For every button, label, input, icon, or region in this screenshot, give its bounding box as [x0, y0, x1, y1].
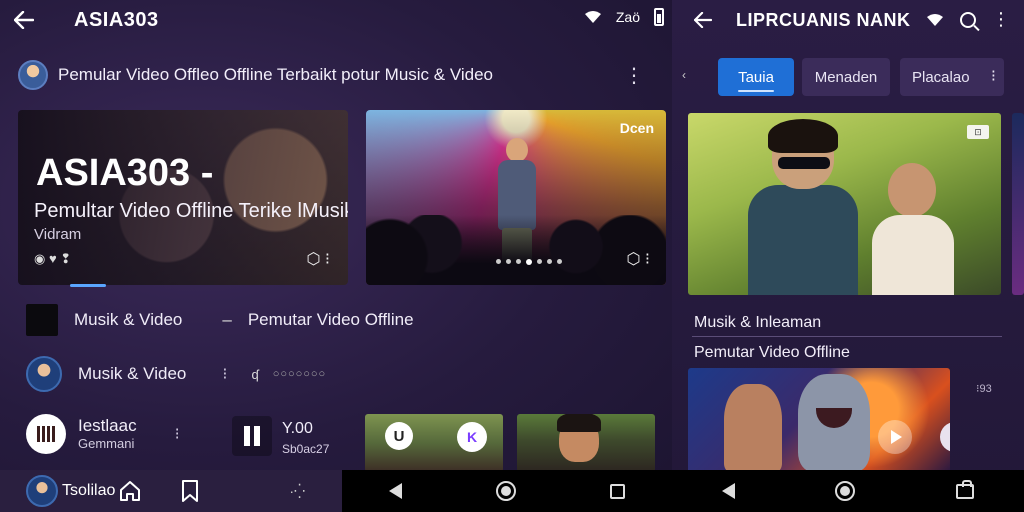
divider	[692, 336, 1002, 337]
hero-progress-indicator	[70, 284, 106, 287]
kebab-menu-icon[interactable]: ⁝	[991, 66, 996, 86]
concert-badge: Dcen	[619, 120, 654, 136]
kebab-menu-icon[interactable]: ⁝	[222, 364, 227, 384]
bottom-extra-icon[interactable]: ·⁛	[289, 483, 305, 500]
app-logo-icon: K	[457, 422, 487, 452]
system-home-icon[interactable]	[835, 481, 856, 501]
featured-video-card[interactable]: ⊡	[688, 113, 1001, 295]
page-title: LIPRCUANIS NANK	[736, 9, 911, 30]
concert-more-icon[interactable]: ⬡ ⁝	[627, 249, 651, 269]
left-screen: ASIA303 Zaö Pemular Video Offleo Offline…	[0, 0, 672, 512]
hero-title: ASIA303 -	[36, 152, 214, 194]
tab-label: Menaden	[814, 68, 878, 86]
user-text: Iestlaac Gemmani	[78, 416, 137, 452]
status-icons: Zaö	[584, 8, 664, 26]
person-figure	[716, 378, 790, 472]
left-status-bar: ASIA303 Zaö	[0, 0, 672, 40]
track-subtitle: Sb0ac27	[282, 442, 330, 456]
profile-avatar[interactable]	[26, 475, 58, 507]
kebab-menu-icon[interactable]: ⁝	[175, 424, 180, 444]
right-top-bar: LIPRCUANIS NANK ⋮	[672, 0, 1024, 40]
small-icon[interactable]: ʠ	[251, 367, 258, 382]
channel-title: Pemular Video Offleo Offline Terbaikt po…	[58, 65, 494, 84]
concert-video-card[interactable]: Dcen ⬡ ⁝	[366, 110, 666, 285]
section-label: Pemutar Video Offline	[694, 344, 850, 361]
wifi-icon	[926, 13, 944, 27]
system-back-icon[interactable]	[722, 483, 736, 499]
tab-label: Tauia	[738, 68, 774, 86]
section-label: Musik & Inleaman	[694, 314, 822, 331]
back-arrow-icon[interactable]	[694, 12, 712, 28]
mini-video-card[interactable]: U K	[365, 414, 503, 472]
bookmark-icon[interactable]	[181, 480, 199, 502]
kebab-menu-icon[interactable]: ⋮	[992, 9, 1010, 30]
user-subtitle: Gemmani	[78, 436, 135, 452]
bottom-navigation: Tsolilao ·⁛	[0, 470, 342, 512]
list-item[interactable]: Musik & Video ⁝ ʠ ○○○○○○○	[26, 356, 326, 392]
list-item-label-secondary: Pemutar Video Offline	[247, 310, 414, 329]
separator: –	[222, 310, 232, 329]
cast-icon[interactable]: ⊡	[967, 125, 989, 139]
right-screen: LIPRCUANIS NANK ⋮ ‹ Tauia Menaden Placal…	[672, 0, 1024, 512]
app-title: ASIA303	[74, 8, 159, 31]
hero-more-icon[interactable]: ⬡ ⁝	[307, 249, 331, 269]
battery-icon	[654, 8, 664, 26]
video-thumbnail	[26, 304, 58, 336]
hero-video-card[interactable]: ASIA303 - Pemultar Video Offline Terike …	[18, 110, 348, 285]
mini-video-card[interactable]	[517, 414, 655, 472]
hero-subtitle: Pemultar Video Offline Terike lMusik	[34, 200, 348, 222]
video-card[interactable]: ꟽ	[688, 368, 950, 472]
list-item[interactable]: Musik & Video – Pemutar Video Offline	[26, 304, 414, 336]
tab-menaden[interactable]: Menaden	[802, 58, 890, 96]
status-text: Zaö	[615, 9, 640, 25]
wifi-icon	[584, 10, 602, 24]
channel-logo-icon: U	[385, 422, 413, 450]
back-arrow-icon[interactable]	[14, 11, 34, 29]
track-time: Y.00	[282, 420, 313, 437]
tab-tauia[interactable]: Tauia	[718, 58, 794, 96]
hero-caption: Vidram	[34, 226, 82, 243]
person-figure	[868, 157, 958, 295]
play-icon[interactable]	[878, 420, 912, 454]
list-item-label: Musik & Video	[78, 364, 187, 383]
shopping-bag-icon[interactable]	[955, 479, 974, 499]
search-icon[interactable]	[960, 11, 976, 28]
side-meta: ⁝93	[976, 383, 992, 395]
right-toolbar-icons: ⋮	[926, 9, 1010, 30]
channel-header[interactable]: Pemular Video Offleo Offline Terbaikt po…	[18, 58, 660, 92]
channel-logo-icon[interactable]	[26, 414, 66, 454]
home-icon[interactable]	[119, 480, 141, 502]
system-home-icon[interactable]	[496, 481, 516, 501]
channel-avatar[interactable]	[18, 60, 48, 90]
app-logo-icon: ꟽ	[940, 422, 950, 452]
system-back-icon[interactable]	[389, 483, 402, 499]
carousel-dots[interactable]	[496, 259, 562, 265]
next-card-peek[interactable]	[1012, 113, 1024, 295]
system-recents-icon[interactable]	[610, 483, 625, 499]
tab-label: Placalao	[912, 68, 970, 86]
user-row[interactable]: Iestlaac Gemmani ⁝	[26, 414, 180, 454]
list-item-label: Musik & Video	[74, 310, 183, 329]
avatar[interactable]	[26, 356, 62, 392]
tabs-scroll-left-icon[interactable]: ‹	[682, 68, 686, 82]
kebab-menu-icon[interactable]: ⋮	[624, 63, 644, 88]
profile-name[interactable]: Tsolilao	[62, 482, 115, 500]
pause-button[interactable]	[232, 416, 272, 456]
person-thumbnail	[557, 414, 601, 462]
person-figure	[748, 119, 858, 295]
creature-figure	[798, 374, 870, 472]
crowd-silhouette	[366, 215, 666, 285]
user-name: Iestlaac	[78, 416, 137, 435]
system-nav-bar-right	[672, 470, 1024, 512]
tab-bar: ‹ Tauia Menaden Placalao ⁝	[672, 58, 1024, 96]
tab-placalao[interactable]: Placalao ⁝	[900, 58, 1004, 96]
page-dots: ○○○○○○○	[272, 368, 327, 380]
system-nav-bar-left	[342, 470, 672, 512]
hero-controls[interactable]: ◉ ♥ ❢	[34, 251, 71, 267]
